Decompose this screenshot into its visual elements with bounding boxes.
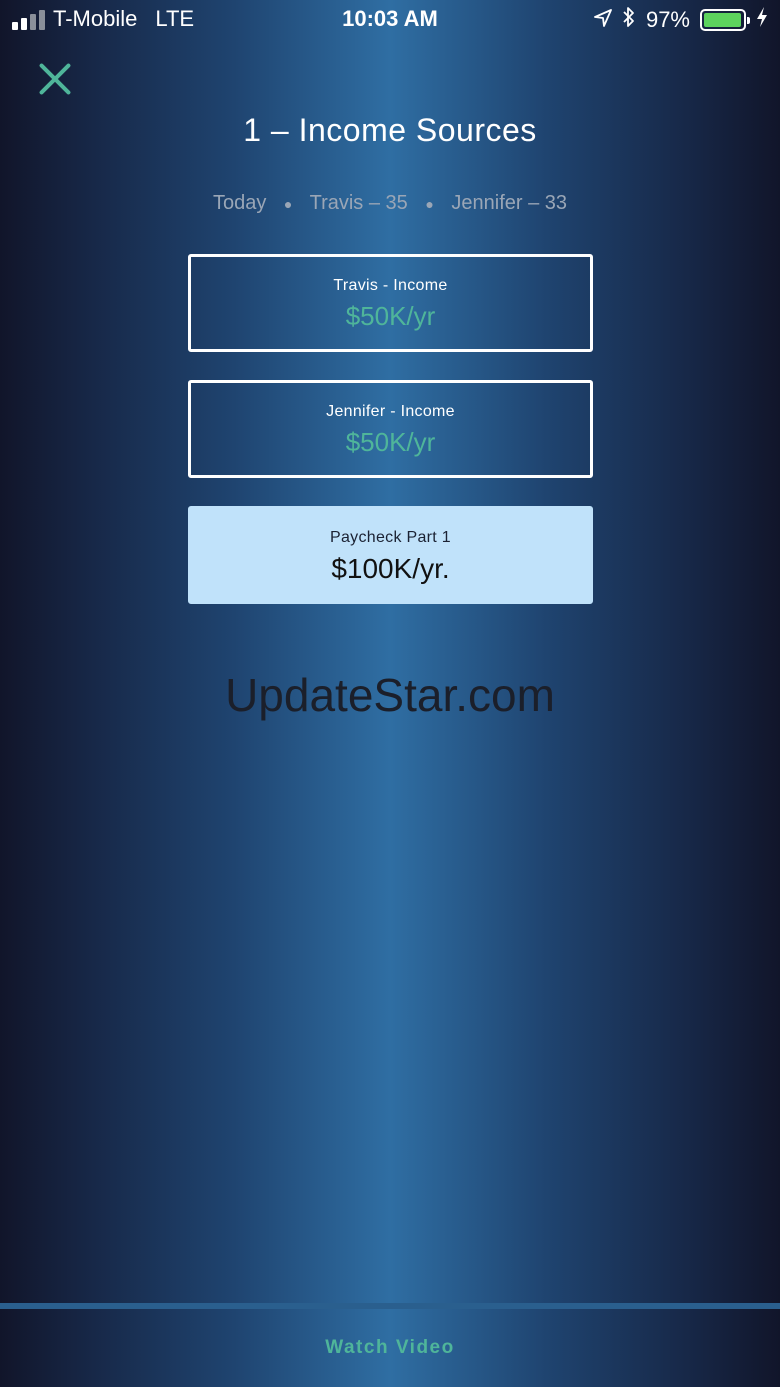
battery-icon xyxy=(700,9,750,31)
bluetooth-icon xyxy=(622,6,636,34)
subtitle-person1: Travis – 35 xyxy=(309,192,408,214)
card-value: $100K/yr. xyxy=(331,553,450,584)
charging-bolt-icon xyxy=(756,6,768,34)
location-arrow-icon xyxy=(594,7,612,33)
status-bar: T-Mobile LTE 10:03 AM 97% xyxy=(0,0,780,40)
card-value: $50K/yr xyxy=(345,301,436,331)
watermark: UpdateStar.com xyxy=(225,669,555,721)
separator-dot: ● xyxy=(425,195,434,212)
card-label: Paycheck Part 1 xyxy=(330,529,451,546)
close-icon[interactable] xyxy=(36,60,74,98)
subtitle-person2: Jennifer – 33 xyxy=(451,192,568,214)
card-value: $50K/yr xyxy=(345,427,436,457)
card-label: Travis - Income xyxy=(333,277,448,294)
separator-dot: ● xyxy=(283,195,293,212)
status-right: 97% xyxy=(594,6,768,34)
watch-video-button[interactable]: Watch Video xyxy=(0,1309,780,1387)
page-title: 1 – Income Sources xyxy=(243,112,537,148)
jennifer-income-card[interactable]: Jennifer - Income $50K/yr xyxy=(188,380,593,478)
card-label: Jennifer - Income xyxy=(326,403,455,420)
travis-income-card[interactable]: Travis - Income $50K/yr xyxy=(188,254,593,352)
battery-fill xyxy=(704,13,741,27)
battery-percent: 97% xyxy=(645,7,690,32)
subtitle-today: Today xyxy=(212,192,267,214)
paycheck-total-card[interactable]: Paycheck Part 1 $100K/yr. xyxy=(188,506,593,604)
subtitle: Today ● Travis – 35 ● Jennifer – 33 xyxy=(0,192,780,215)
